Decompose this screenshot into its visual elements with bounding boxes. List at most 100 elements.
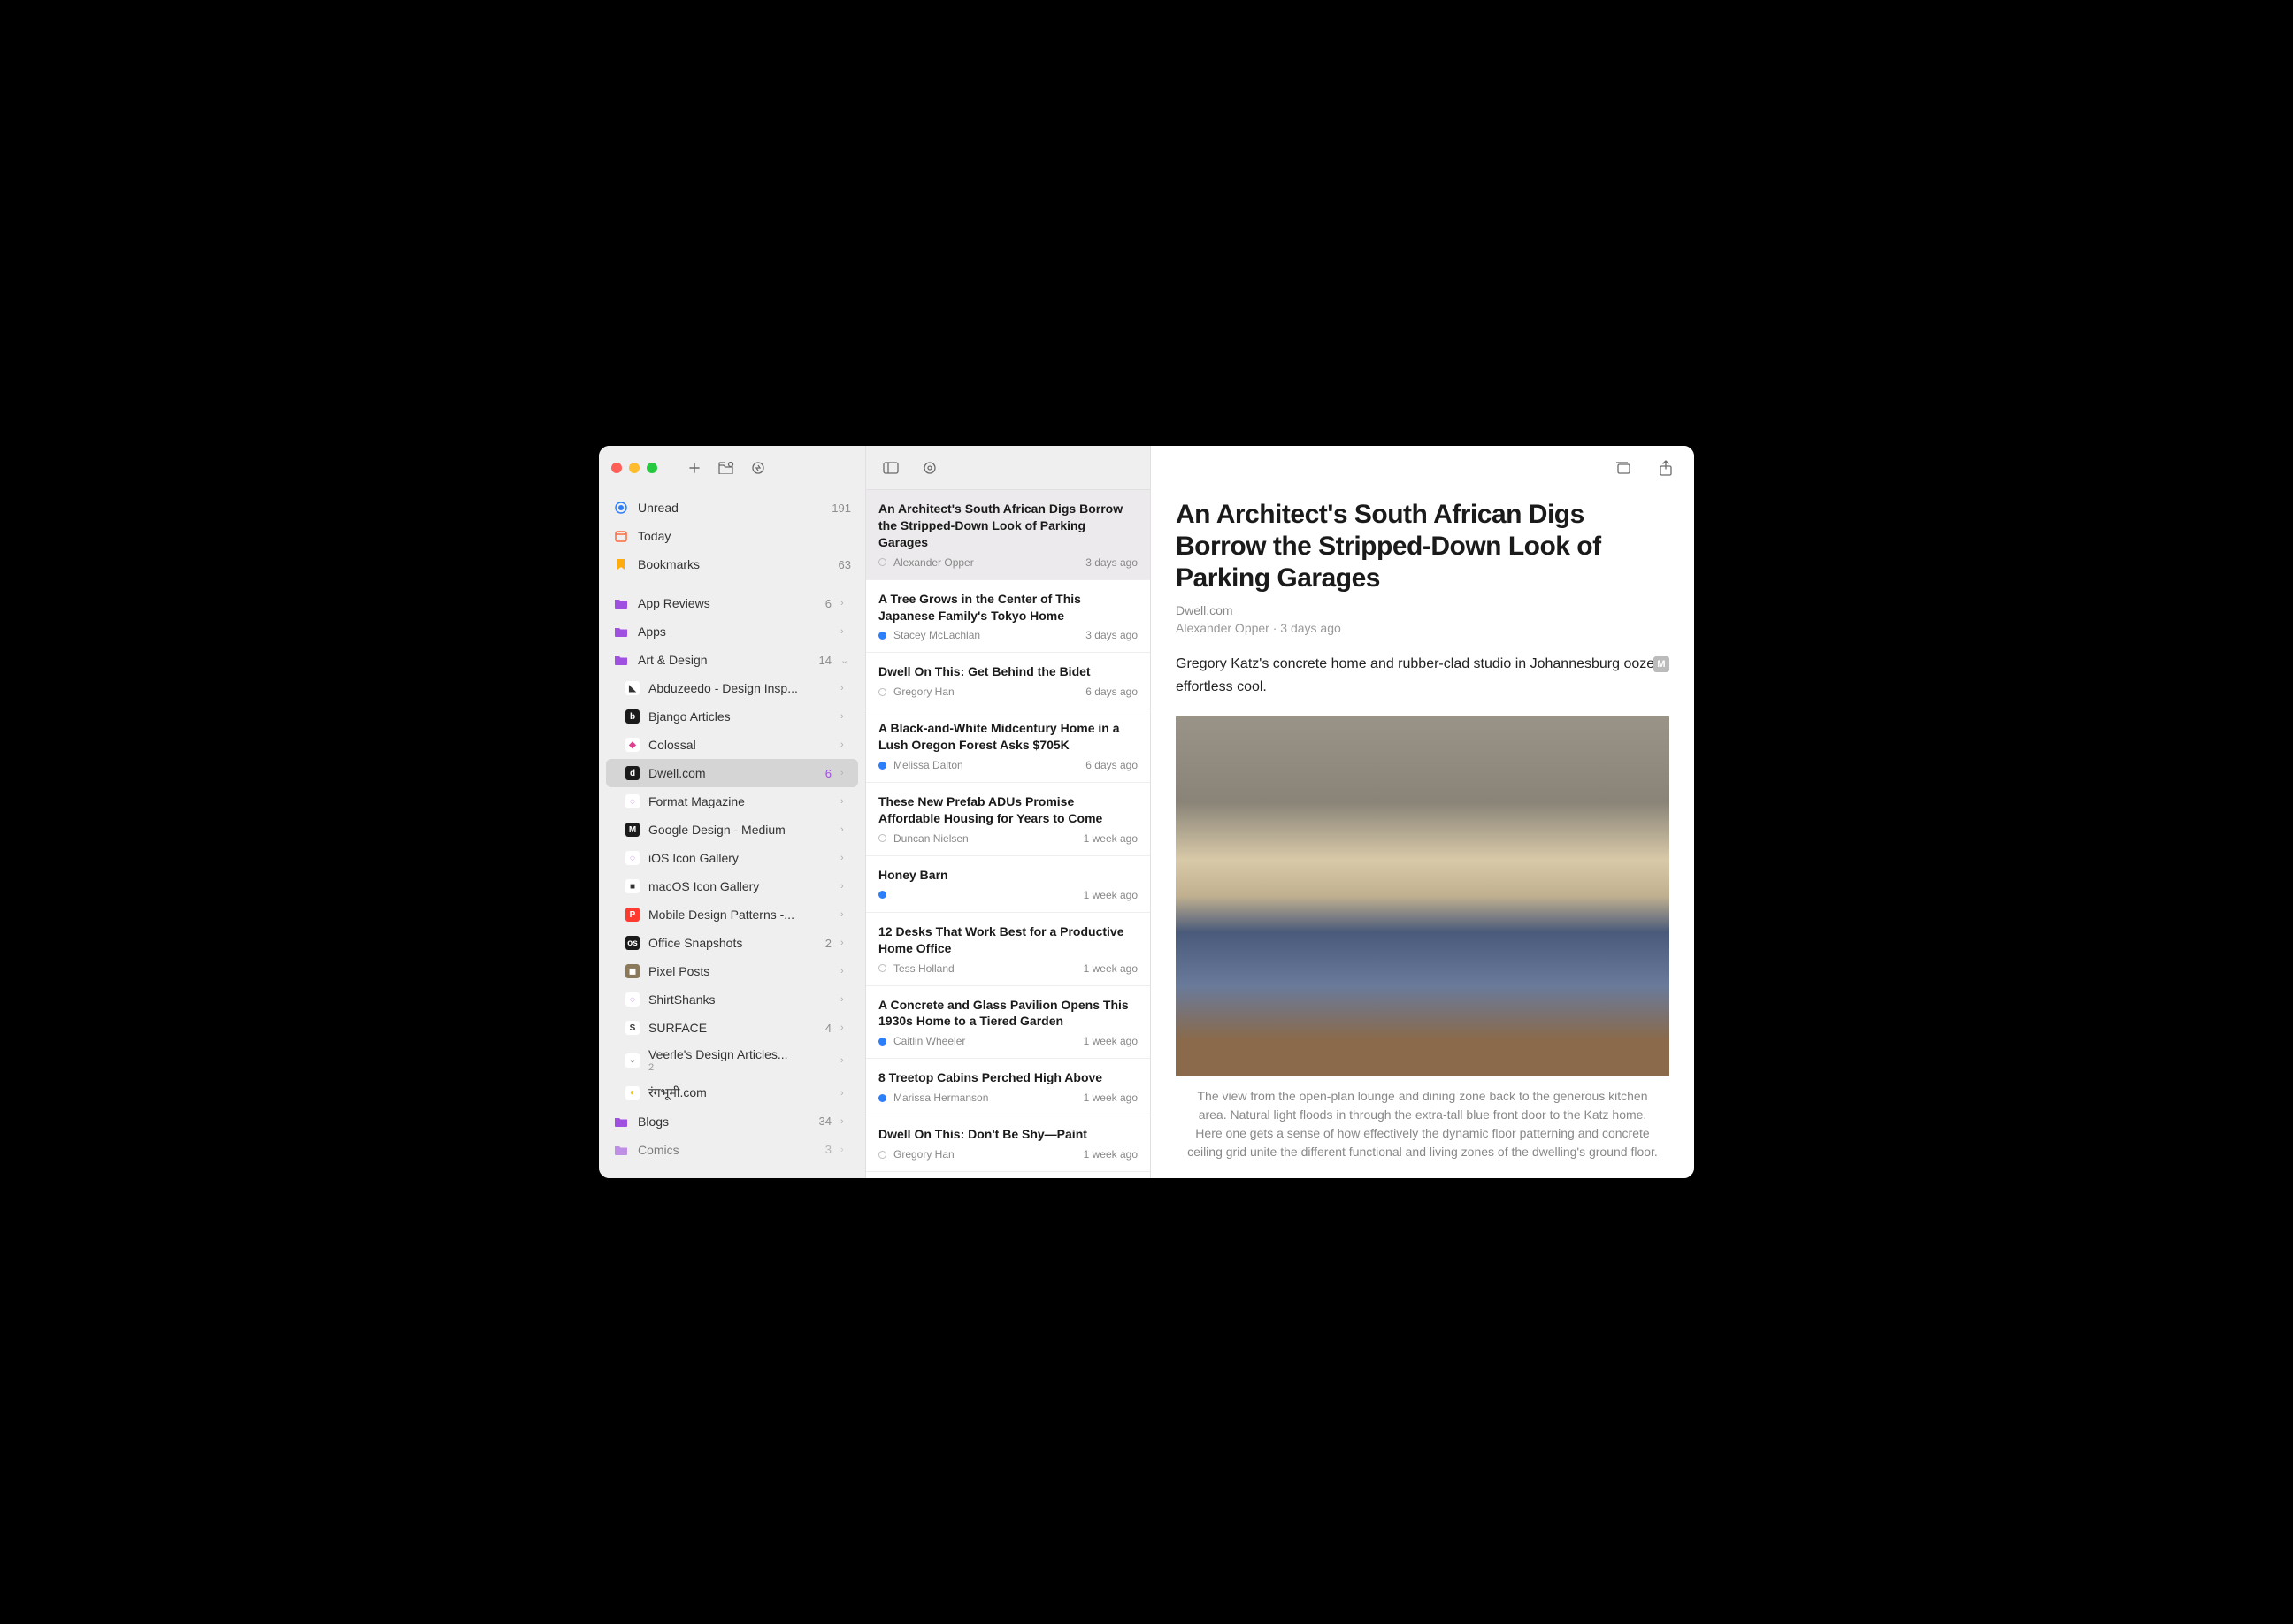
chevron-right-icon: › — [840, 938, 851, 948]
chevron-right-icon: › — [840, 909, 851, 920]
article-item-title: Dwell On This: Don't Be Shy—Paint — [878, 1126, 1138, 1143]
sidebar-feed-item[interactable]: ◌ Format Magazine › — [606, 787, 858, 816]
toggle-sidebar-button[interactable] — [878, 456, 903, 480]
sidebar-count: 14 — [819, 654, 832, 667]
sidebar-feed-item[interactable]: P Mobile Design Patterns -... › — [606, 900, 858, 929]
refresh-button[interactable] — [746, 456, 771, 480]
sidebar-count: 6 — [825, 597, 832, 610]
article-hero-image — [1176, 716, 1669, 1076]
article-item-title: 8 Treetop Cabins Perched High Above — [878, 1069, 1138, 1086]
article-list-item[interactable]: Dwell On This: Get Behind the Bidet Greg… — [866, 653, 1150, 709]
read-dot-icon — [878, 558, 886, 566]
feed-label: Format Magazine — [648, 794, 832, 808]
feed-label: रंगभूमी.com — [648, 1084, 832, 1101]
sidebar-folder-app-reviews[interactable]: App Reviews 6 › — [606, 589, 858, 617]
content-toolbar — [1151, 446, 1694, 490]
article-list-item[interactable]: Honey Barn 1 week ago — [866, 856, 1150, 913]
sidebar-count: 3 — [825, 1143, 832, 1156]
mark-all-read-button[interactable] — [917, 456, 942, 480]
sidebar-toolbar — [599, 446, 865, 490]
close-window-button[interactable] — [611, 463, 622, 473]
chevron-right-icon: › — [840, 853, 851, 863]
sidebar-list[interactable]: Unread 191 Today Bookmarks 63 — [599, 490, 865, 1178]
unread-dot-icon — [878, 1038, 886, 1046]
chevron-right-icon: › — [840, 626, 851, 637]
minimize-window-button[interactable] — [629, 463, 640, 473]
article-item-date: 1 week ago — [1084, 1035, 1138, 1047]
sidebar-label: Bookmarks — [638, 557, 830, 571]
article-content[interactable]: An Architect's South African Digs Borrow… — [1151, 490, 1694, 1178]
sidebar-item-unread[interactable]: Unread 191 — [606, 494, 858, 522]
sidebar-item-today[interactable]: Today — [606, 522, 858, 550]
chevron-right-icon: › — [840, 1055, 851, 1066]
fullscreen-window-button[interactable] — [647, 463, 657, 473]
share-button[interactable] — [1653, 456, 1678, 480]
article-item-date: 3 days ago — [1085, 629, 1138, 641]
article-list-item[interactable]: Dwell On This: Don't Be Shy—Paint Gregor… — [866, 1115, 1150, 1172]
sidebar-folder-art-design[interactable]: Art & Design 14 ⌄ — [606, 646, 858, 674]
article-item-author: Gregory Han — [893, 686, 1078, 698]
sidebar-feed-item[interactable]: d Dwell.com 6 › — [606, 759, 858, 787]
feed-label: Colossal — [648, 738, 832, 752]
chevron-right-icon: › — [840, 824, 851, 835]
read-dot-icon — [878, 1151, 886, 1159]
chevron-right-icon: › — [840, 1023, 851, 1033]
article-title: An Architect's South African Digs Borrow… — [1176, 499, 1669, 594]
article-item-date: 1 week ago — [1084, 889, 1138, 901]
article-item-author: Duncan Nielsen — [893, 832, 1077, 845]
article-item-title: These New Prefab ADUs Promise Affordable… — [878, 793, 1138, 827]
folder-icon — [613, 1114, 629, 1130]
article-list-item[interactable]: A Black-and-White Midcentury Home in a L… — [866, 709, 1150, 783]
sidebar-feed-item[interactable]: S SURFACE 4 › — [606, 1014, 858, 1042]
sidebar-feed-item[interactable]: ◼ Pixel Posts › — [606, 957, 858, 985]
sidebar-feed-item[interactable]: ◆ Colossal › — [606, 731, 858, 759]
sidebar-feed-item[interactable]: ◣ Abduzeedo - Design Insp... › — [606, 674, 858, 702]
chevron-right-icon: › — [840, 994, 851, 1005]
sidebar-feed-item[interactable]: ◌ iOS Icon Gallery › — [606, 844, 858, 872]
feed-label: Dwell.com — [648, 766, 817, 780]
unread-dot-icon — [878, 1094, 886, 1102]
sidebar-feed-item[interactable]: ■ macOS Icon Gallery › — [606, 872, 858, 900]
sidebar-folder-apps[interactable]: Apps › — [606, 617, 858, 646]
sidebar-feed-item[interactable]: ◐ रंगभूमी.com › — [606, 1079, 858, 1107]
article-list-item[interactable]: 12 Desks That Work Best for a Productive… — [866, 913, 1150, 986]
article-item-title: A Concrete and Glass Pavilion Opens This… — [878, 997, 1138, 1030]
article-list[interactable]: An Architect's South African Digs Borrow… — [866, 490, 1150, 1178]
read-dot-icon — [878, 834, 886, 842]
article-item-date: 6 days ago — [1085, 686, 1138, 698]
article-list-item[interactable]: An Architect's South African Digs Borrow… — [866, 490, 1150, 580]
sidebar-feed-item[interactable]: b Bjango Articles › — [606, 702, 858, 731]
article-list-item[interactable]: A Rammed-Earth Home in Texas Echoes the … — [866, 1172, 1150, 1178]
open-window-button[interactable] — [1611, 456, 1636, 480]
feed-count: 4 — [825, 1022, 832, 1035]
article-item-date: 1 week ago — [1084, 1092, 1138, 1104]
sidebar-feed-item[interactable]: M Google Design - Medium › — [606, 816, 858, 844]
sidebar-feed-item[interactable]: ⌄ Veerle's Design Articles...2 › — [606, 1042, 858, 1079]
sidebar: Unread 191 Today Bookmarks 63 — [599, 446, 866, 1178]
sidebar-feed-item[interactable]: os Office Snapshots 2 › — [606, 929, 858, 957]
feed-favicon: ◐ — [625, 1086, 640, 1100]
sidebar-folder-blogs[interactable]: Blogs 34 › — [606, 1107, 858, 1136]
unread-dot-icon — [878, 891, 886, 899]
article-item-date: 1 week ago — [1084, 1148, 1138, 1161]
article-list-item[interactable]: These New Prefab ADUs Promise Affordable… — [866, 783, 1150, 856]
article-list-item[interactable]: 8 Treetop Cabins Perched High Above Mari… — [866, 1059, 1150, 1115]
add-button[interactable] — [682, 456, 707, 480]
article-item-author: Marissa Hermanson — [893, 1092, 1077, 1104]
article-list-item[interactable]: A Concrete and Glass Pavilion Opens This… — [866, 986, 1150, 1060]
chevron-right-icon: › — [840, 1088, 851, 1099]
sidebar-folder-comics[interactable]: Comics 3 › — [606, 1136, 858, 1164]
feed-favicon: ◌ — [625, 851, 640, 865]
calendar-icon — [613, 528, 629, 544]
chevron-right-icon: › — [840, 739, 851, 750]
sidebar-item-bookmarks[interactable]: Bookmarks 63 — [606, 550, 858, 578]
feed-label: Google Design - Medium — [648, 823, 832, 837]
sidebar-feed-item[interactable]: ◌ ShirtShanks › — [606, 985, 858, 1014]
feed-label: SURFACE — [648, 1021, 817, 1035]
sidebar-label: Unread — [638, 501, 823, 515]
folder-settings-button[interactable] — [714, 456, 739, 480]
feed-favicon: M — [625, 823, 640, 837]
chevron-down-icon: ⌄ — [840, 655, 851, 666]
article-list-item[interactable]: A Tree Grows in the Center of This Japan… — [866, 580, 1150, 654]
feed-label: Abduzeedo - Design Insp... — [648, 681, 832, 695]
